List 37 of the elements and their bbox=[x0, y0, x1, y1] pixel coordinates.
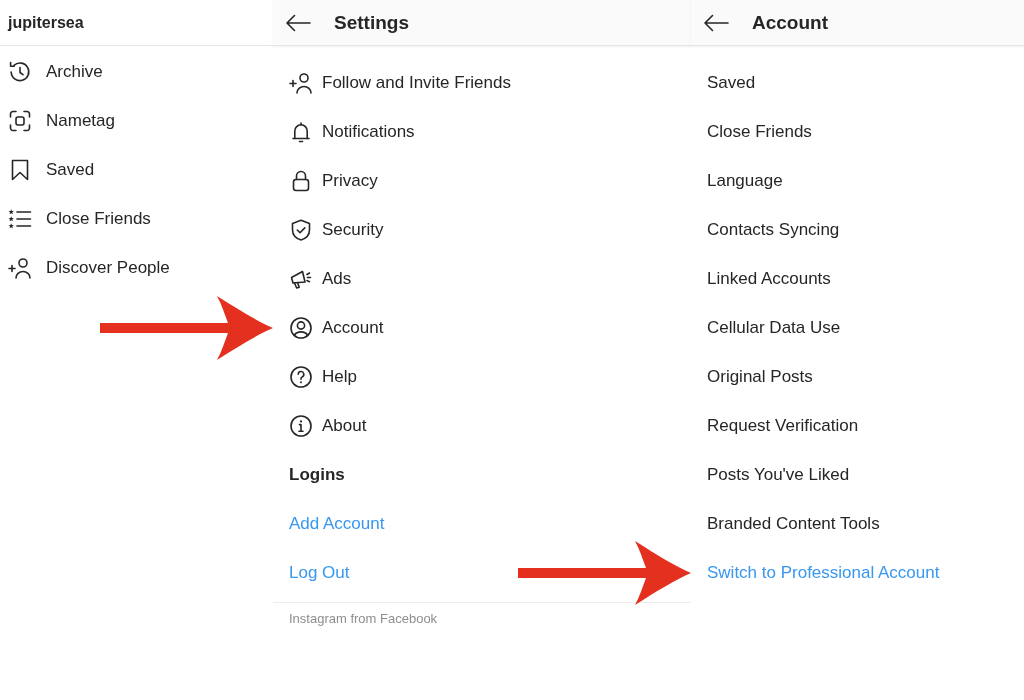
menu-item[interactable]: Archive bbox=[8, 59, 103, 84]
menu-item[interactable]: Request Verification bbox=[707, 415, 859, 436]
add-person-icon bbox=[8, 255, 32, 280]
menu-item[interactable]: Saved bbox=[707, 72, 756, 93]
page-title: Settings bbox=[334, 11, 409, 34]
settings-item[interactable]: Notifications bbox=[289, 119, 415, 144]
settings-item[interactable]: Privacy bbox=[289, 168, 378, 193]
add-person-icon bbox=[289, 70, 313, 95]
question-circle-icon bbox=[289, 364, 313, 389]
section-heading: Logins bbox=[289, 464, 345, 485]
menu-item[interactable]: Linked Accounts bbox=[707, 268, 831, 289]
settings-item[interactable]: Help bbox=[289, 364, 357, 389]
menu-item[interactable]: Cellular Data Use bbox=[707, 317, 841, 338]
shield-check-icon bbox=[289, 217, 313, 242]
username: jupitersea bbox=[8, 13, 84, 32]
page-title: Account bbox=[752, 11, 828, 34]
menu-item[interactable]: Close Friends bbox=[707, 121, 812, 142]
settings-item[interactable]: Security bbox=[289, 217, 384, 242]
bell-icon bbox=[289, 119, 313, 144]
clock-arrow-icon bbox=[8, 59, 32, 84]
settings-item[interactable]: Follow and Invite Friends bbox=[289, 70, 511, 95]
person-circle-icon bbox=[289, 315, 313, 340]
menu-item[interactable]: Branded Content Tools bbox=[707, 513, 880, 534]
menu-item[interactable]: Discover People bbox=[8, 255, 170, 280]
menu-item[interactable]: Close Friends bbox=[8, 206, 151, 231]
menu-item[interactable]: Saved bbox=[8, 157, 95, 182]
settings-item[interactable]: About bbox=[289, 413, 367, 438]
menu-item[interactable]: Language bbox=[707, 170, 783, 191]
menu-item[interactable]: Nametag bbox=[8, 108, 115, 133]
menu-item[interactable]: Contacts Syncing bbox=[707, 219, 840, 240]
settings-item[interactable]: Ads bbox=[289, 266, 352, 291]
settings-item[interactable]: Account bbox=[289, 315, 384, 340]
scan-frame-icon bbox=[8, 108, 32, 133]
footer-text: Instagram from Facebook bbox=[289, 611, 438, 626]
menu-item[interactable]: Posts You've Liked bbox=[707, 464, 850, 485]
menu-item[interactable]: Original Posts bbox=[707, 366, 813, 387]
info-circle-icon bbox=[289, 413, 313, 438]
